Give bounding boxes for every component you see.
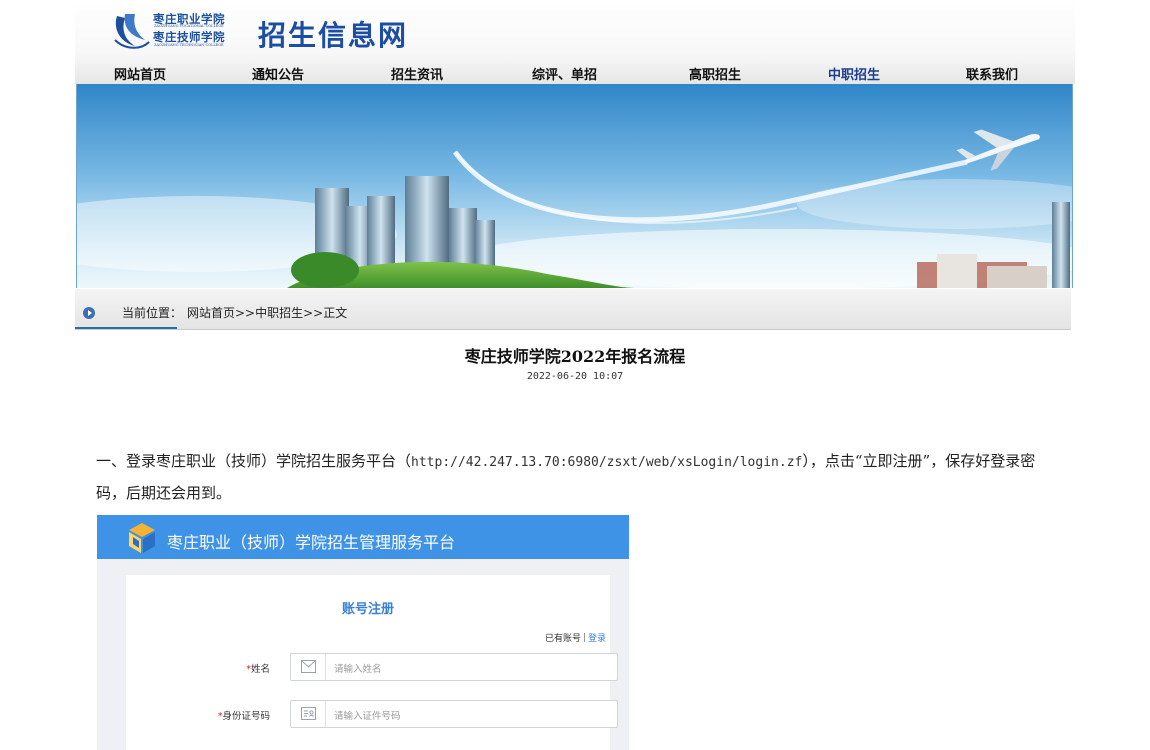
nav-notices[interactable]: 通知公告 — [252, 64, 304, 83]
login-link[interactable]: 登录 — [588, 634, 606, 644]
nav-home[interactable]: 网站首页 — [114, 64, 166, 83]
platform-title: 枣庄职业（技师）学院招生管理服务平台 — [167, 533, 456, 552]
nav-secondary-vocational[interactable]: 中职招生 — [828, 64, 880, 83]
register-card-title: 账号注册 — [341, 602, 394, 617]
college-name-en-1: ZAOZHUANG VOCATIONAL COLLEGE — [154, 24, 224, 28]
breadcrumb-accent — [75, 327, 177, 329]
breadcrumb-label: 当前位置： — [122, 306, 183, 320]
have-account-text: 已有账号 — [544, 634, 581, 644]
article-paragraph: 一、登录枣庄职业（技师）学院招生服务平台（http://42.247.13.70… — [96, 446, 1056, 508]
college-name-en-2: ZAOZHUANG TECHNICIAN COLLEGE — [154, 43, 224, 47]
register-card: 账号注册 已有账号 登录 *姓名 请输入姓名 *身份证号码 请输入证件号码 — [126, 575, 618, 750]
article-title: 枣庄技师学院2022年报名流程 — [464, 347, 686, 366]
id-card-icon — [291, 701, 326, 727]
have-account-line: 已有账号 登录 — [545, 631, 606, 644]
platform-logo-icon — [129, 523, 155, 553]
main-nav: 网站首页 通知公告 招生资讯 综评、单招 高职招生 中职招生 联系我们 — [75, 62, 1075, 84]
id-label-text: 身份证号码 — [222, 711, 270, 722]
play-circle-icon — [83, 307, 95, 319]
id-input-placeholder: 请输入证件号码 — [334, 711, 401, 722]
platform-url[interactable]: http://42.247.13.70:6980/zsxt/web/xsLogi… — [411, 455, 802, 470]
site-title: 招生信息网 — [258, 19, 409, 52]
article-date: 2022-06-20 10:07 — [526, 371, 624, 382]
name-label-text: 姓名 — [250, 664, 270, 675]
site-header: 枣庄职业学院 ZAOZHUANG VOCATIONAL COLLEGE 枣庄技师… — [75, 0, 1075, 84]
nav-admission-news[interactable]: 招生资讯 — [391, 64, 443, 83]
divider — [583, 633, 585, 642]
registration-screenshot: 枣庄职业（技师）学院招生管理服务平台 账号注册 已有账号 登录 *姓名 请输入姓名… — [97, 515, 629, 750]
banner-image — [76, 84, 1073, 288]
name-input[interactable]: 请输入姓名 — [290, 653, 618, 681]
name-field-label: *姓名 — [130, 661, 270, 675]
breadcrumb: 当前位置： 网站首页>>中职招生>>正文 — [75, 289, 1071, 330]
nav-higher-vocational[interactable]: 高职招生 — [689, 64, 741, 83]
college-emblem-icon — [114, 14, 150, 49]
para-text-1: 一、登录枣庄职业（技师）学院招生服务平台（ — [96, 452, 412, 470]
page: 枣庄职业学院 ZAOZHUANG VOCATIONAL COLLEGE 枣庄技师… — [75, 0, 1075, 750]
platform-header: 枣庄职业（技师）学院招生管理服务平台 — [97, 515, 629, 559]
breadcrumb-path[interactable]: 网站首页>>中职招生>>正文 — [187, 304, 347, 321]
id-number-input[interactable]: 请输入证件号码 — [290, 700, 618, 728]
college-logo[interactable]: 枣庄职业学院 ZAOZHUANG VOCATIONAL COLLEGE 枣庄技师… — [111, 8, 251, 52]
name-input-placeholder: 请输入姓名 — [334, 664, 382, 675]
nav-comprehensive[interactable]: 综评、单招 — [532, 64, 597, 83]
id-field-label: *身份证号码 — [130, 708, 270, 722]
nav-contact[interactable]: 联系我们 — [966, 64, 1018, 83]
envelope-icon — [291, 654, 326, 680]
